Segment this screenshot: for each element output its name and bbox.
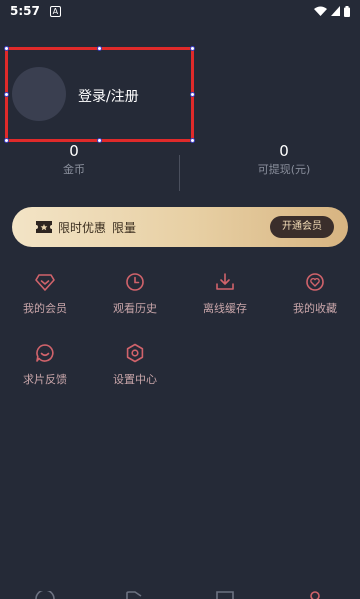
menu-item-feedback[interactable]: 求片反馈 — [10, 343, 80, 387]
menu-label: 我的收藏 — [293, 302, 337, 315]
menu-item-history[interactable]: 观看历史 — [100, 272, 170, 316]
gear-icon — [126, 343, 144, 363]
square-icon[interactable] — [215, 591, 235, 599]
bottom-nav — [0, 588, 360, 599]
menu-label: 求片反馈 — [23, 373, 67, 386]
open-vip-button[interactable]: 开通会员 — [270, 216, 334, 238]
stats-divider — [179, 155, 180, 191]
selection-handle — [190, 92, 195, 97]
gold-coins-value: 0 — [69, 142, 79, 160]
gold-coins-label: 金币 — [63, 163, 85, 176]
menu-label: 我的会员 — [23, 302, 67, 315]
menu-item-my-vip[interactable]: 我的会员 — [10, 272, 80, 316]
wifi-icon — [314, 6, 327, 16]
vip-promo-tag: 限量 — [112, 220, 137, 235]
ticket-icon — [36, 221, 52, 233]
withdrawable-stat[interactable]: 0 可提现(元) — [234, 142, 334, 177]
withdrawable-label: 可提现(元) — [257, 163, 311, 176]
home-icon[interactable] — [35, 591, 55, 599]
download-icon — [216, 273, 234, 290]
diamond-icon — [35, 274, 55, 291]
notification-icon: A — [49, 5, 61, 17]
vip-promo-banner[interactable]: 限时优惠 限量 开通会员 — [12, 207, 348, 247]
chat-icon — [36, 344, 54, 362]
selection-handle — [190, 138, 195, 143]
profile-icon[interactable] — [305, 591, 325, 599]
signal-icon — [331, 6, 340, 16]
menu-label: 设置中心 — [113, 373, 157, 386]
status-icons — [314, 5, 350, 17]
battery-icon — [344, 5, 350, 17]
status-bar: 5:57 A — [0, 0, 360, 22]
clock-icon — [126, 273, 144, 291]
gold-coins-stat[interactable]: 0 金币 — [24, 142, 124, 177]
menu-item-settings[interactable]: 设置中心 — [100, 343, 170, 387]
menu-label: 离线缓存 — [203, 302, 247, 315]
withdrawable-value: 0 — [279, 142, 289, 160]
selection-handle — [190, 46, 195, 51]
status-time: 5:57 — [10, 4, 40, 18]
selection-handle — [97, 46, 102, 51]
selection-handle — [4, 92, 9, 97]
menu-item-offline-cache[interactable]: 离线缓存 — [190, 272, 260, 316]
menu-item-favorites[interactable]: 我的收藏 — [280, 272, 350, 316]
video-icon[interactable] — [125, 591, 145, 599]
selection-handle — [4, 46, 9, 51]
selection-handle — [4, 138, 9, 143]
selection-box — [4, 46, 195, 143]
heart-icon — [306, 273, 324, 291]
vip-promo-text: 限时优惠 — [58, 220, 107, 235]
menu-label: 观看历史 — [113, 302, 157, 315]
